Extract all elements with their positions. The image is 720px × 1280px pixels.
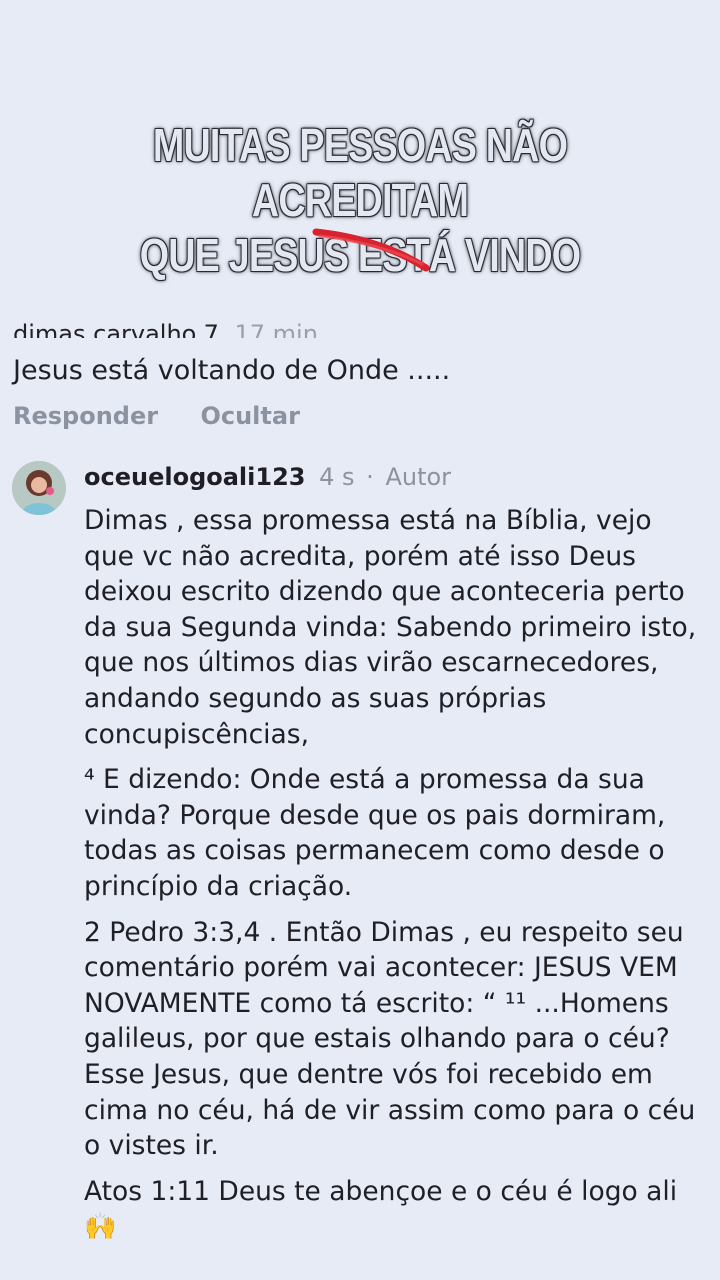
author-badge: Autor	[385, 463, 452, 491]
previous-comment-text: Jesus está voltando de Onde .....	[13, 355, 451, 386]
reply-button[interactable]: Responder	[13, 402, 158, 430]
previous-comment-time: 17 min	[234, 320, 318, 338]
reply-paragraph-4: Atos 1:11 Deus te abençoe e o céu é logo…	[84, 1174, 704, 1246]
avatar-image	[12, 461, 66, 515]
avatar[interactable]	[12, 461, 66, 515]
hide-button[interactable]: Ocultar	[200, 402, 299, 430]
previous-comment-username[interactable]: dimas.carvalho.7	[13, 320, 219, 338]
meta-separator: ·	[366, 463, 374, 491]
reply-header: oceuelogoali123 4 s · Autor	[84, 461, 451, 493]
raising-hands-emoji: 🙌	[84, 1212, 117, 1243]
reply-text: Dimas , essa promessa está na Bíblia, ve…	[84, 503, 704, 1256]
reply-username[interactable]: oceuelogoali123	[84, 463, 305, 491]
reply-paragraph-3: 2 Pedro 3:3,4 . Então Dimas , eu respeit…	[84, 916, 696, 1162]
red-underline-stroke	[312, 228, 430, 272]
previous-comment-header: dimas.carvalho.7 17 min	[13, 312, 413, 338]
reply-time: 4 s	[319, 463, 355, 491]
comment-actions: Responder Ocultar	[13, 402, 334, 430]
reply-paragraph-4-text: Atos 1:11 Deus te abençoe e o céu é logo…	[84, 1175, 678, 1207]
reply-paragraph-1: Dimas , essa promessa está na Bíblia, ve…	[84, 505, 697, 750]
overlay-line-1: MUITAS PESSOAS NÃO ACREDITAM	[152, 119, 568, 226]
reply-paragraph-2: ⁴ E dizendo: Onde está a promessa da sua…	[84, 764, 666, 902]
